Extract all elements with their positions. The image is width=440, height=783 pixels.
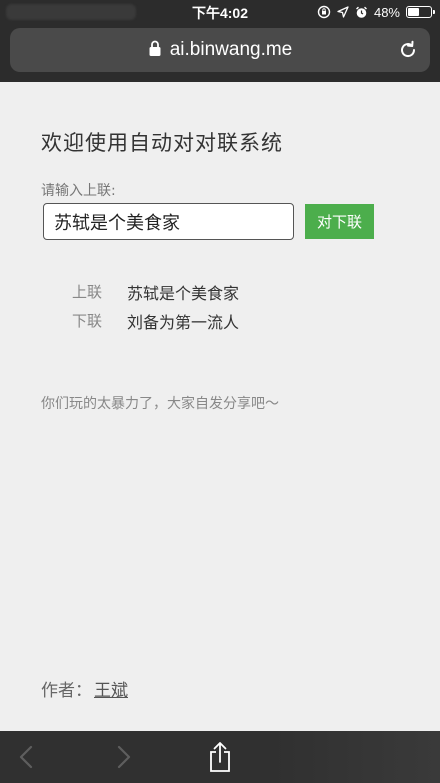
battery-icon — [406, 6, 435, 18]
share-icon[interactable] — [200, 731, 240, 783]
generate-lower-couplet-button[interactable]: 对下联 — [305, 204, 374, 239]
note-text: 你们玩的太暴力了，大家自发分享吧～ — [41, 396, 279, 412]
address-bar[interactable]: ai.binwang.me — [10, 28, 430, 72]
lower-couplet-value: 刘备为第一流人 — [127, 312, 240, 332]
lower-couplet-row: 下联 刘备为第一流人 — [72, 306, 239, 335]
lower-couplet-key: 下联 — [72, 312, 103, 330]
author-link[interactable]: 王斌 — [94, 676, 128, 701]
back-icon[interactable] — [6, 731, 46, 783]
page-title: 欢迎使用自动对对联系统 — [41, 131, 283, 155]
author-line: 作者： 王斌 — [41, 676, 128, 701]
rotation-lock-icon — [317, 5, 331, 19]
browser-chrome: 下午4:02 48% ai.binwang.me — [0, 0, 440, 82]
alarm-icon — [355, 6, 368, 19]
location-icon — [337, 6, 349, 18]
input-label: 请输入上联: — [41, 183, 116, 199]
forward-icon[interactable] — [104, 731, 144, 783]
upper-couplet-row: 上联 苏轼是个美食家 — [72, 277, 239, 306]
status-icons: 48% — [317, 3, 435, 21]
upper-couplet-value: 苏轼是个美食家 — [127, 283, 240, 303]
battery-percent: 48% — [373, 4, 400, 20]
couplet-result: 上联 苏轼是个美食家 下联 刘备为第一流人 — [72, 277, 239, 335]
lock-icon — [148, 40, 162, 61]
upper-couplet-key: 上联 — [72, 283, 103, 301]
author-label: 作者： — [41, 681, 92, 701]
upper-couplet-input[interactable] — [43, 203, 294, 240]
battery-level — [408, 8, 419, 16]
reload-icon[interactable] — [396, 38, 420, 62]
url-text: ai.binwang.me — [169, 39, 293, 60]
toolbar-blurred-area — [270, 731, 440, 783]
browser-toolbar — [0, 731, 440, 783]
